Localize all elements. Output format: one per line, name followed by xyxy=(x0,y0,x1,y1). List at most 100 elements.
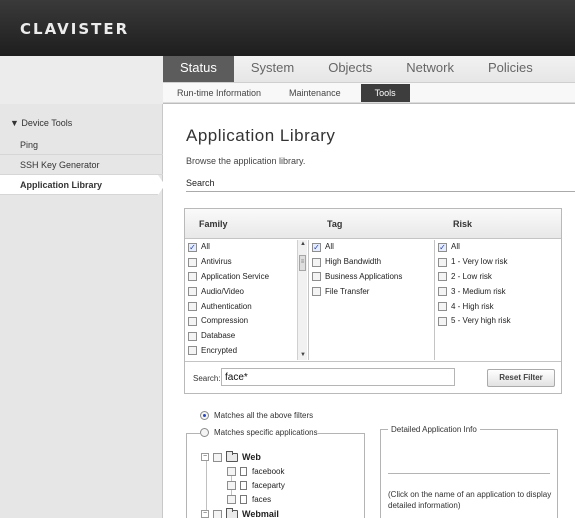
section-title-search: Search xyxy=(186,178,215,188)
subtab-runtime-information[interactable]: Run-time Information xyxy=(163,84,275,102)
detailed-info-legend: Detailed Application Info xyxy=(388,425,480,434)
sidebar-item-ping[interactable]: Ping xyxy=(0,135,163,155)
sub-tabs: Run-time Information Maintenance Tools xyxy=(163,82,575,102)
risk-list[interactable]: ✓ All 1 - Very low risk 2 - Low risk 3 - … xyxy=(438,240,558,360)
risk-option[interactable]: 1 - Very low risk xyxy=(438,255,558,270)
scroll-thumb[interactable]: ≡ xyxy=(299,255,306,271)
filter-header: Family Tag Risk xyxy=(185,209,561,239)
family-option[interactable]: Authentication xyxy=(188,299,296,314)
info-divider xyxy=(388,473,550,474)
collapse-icon[interactable]: − xyxy=(201,453,209,461)
risk-option[interactable]: 4 - High risk xyxy=(438,299,558,314)
tag-header: Tag xyxy=(327,219,343,229)
checkbox-icon[interactable] xyxy=(213,452,222,462)
checkbox-icon[interactable] xyxy=(227,481,236,490)
tab-network[interactable]: Network xyxy=(389,56,471,82)
tree-node-app[interactable]: faces xyxy=(227,495,271,504)
specific-applications-box: − Web facebook faceparty faces − Webmail xyxy=(186,433,365,518)
file-icon xyxy=(240,467,247,476)
search-input[interactable] xyxy=(221,368,455,386)
checkbox-icon[interactable]: ✓ xyxy=(312,242,321,252)
tree-node-web[interactable]: − Web xyxy=(201,450,261,462)
checkbox-icon[interactable] xyxy=(438,302,447,312)
family-option[interactable]: Compression xyxy=(188,314,296,329)
tab-policies[interactable]: Policies xyxy=(471,56,550,82)
folder-icon xyxy=(226,507,238,518)
scroll-down-icon[interactable]: ▼ xyxy=(298,351,308,360)
tag-option[interactable]: File Transfer xyxy=(312,284,434,299)
checkbox-icon[interactable] xyxy=(188,331,197,341)
checkbox-icon[interactable] xyxy=(213,509,222,518)
tree-node-webmail[interactable]: − Webmail xyxy=(201,507,279,518)
checkbox-icon[interactable] xyxy=(312,272,321,282)
tag-option[interactable]: ✓ All xyxy=(312,240,434,255)
risk-option[interactable]: ✓ All xyxy=(438,240,558,255)
family-option[interactable]: Application Service xyxy=(188,270,296,285)
section-divider xyxy=(186,191,575,192)
sidebar: ▼ Device Tools Ping SSH Key Generator Ap… xyxy=(0,104,165,518)
sidebar-group-device-tools[interactable]: ▼ Device Tools xyxy=(10,118,72,128)
tab-status[interactable]: Status xyxy=(163,56,234,82)
family-option[interactable]: Antivirus xyxy=(188,255,296,270)
risk-option[interactable]: 2 - Low risk xyxy=(438,270,558,285)
tag-list[interactable]: ✓ All High Bandwidth Business Application… xyxy=(312,240,434,360)
page-title: Application Library xyxy=(186,126,336,145)
tag-option[interactable]: Business Applications xyxy=(312,270,434,285)
checkbox-icon[interactable]: ✓ xyxy=(188,242,197,252)
risk-option[interactable]: 5 - Very high risk xyxy=(438,314,558,329)
tab-objects[interactable]: Objects xyxy=(311,56,389,82)
tag-option[interactable]: High Bandwidth xyxy=(312,255,434,270)
clavister-logo: CLAVISTER xyxy=(20,20,130,38)
family-option[interactable]: Audio/Video xyxy=(188,284,296,299)
checkbox-icon[interactable] xyxy=(312,257,321,267)
filter-footer: Search: Reset Filter xyxy=(185,361,561,393)
checkbox-icon[interactable] xyxy=(227,495,236,504)
checkbox-icon[interactable] xyxy=(188,302,197,312)
checkbox-icon[interactable] xyxy=(438,316,447,326)
family-list[interactable]: ✓ All Antivirus Application Service Audio… xyxy=(188,240,296,360)
risk-option[interactable]: 3 - Medium risk xyxy=(438,284,558,299)
checkbox-icon[interactable] xyxy=(188,287,197,297)
risk-header: Risk xyxy=(453,219,473,229)
checkbox-icon[interactable] xyxy=(438,287,447,297)
file-icon xyxy=(240,481,247,490)
collapse-icon[interactable]: − xyxy=(201,510,209,518)
tab-system[interactable]: System xyxy=(234,56,311,82)
radio-icon[interactable] xyxy=(200,428,209,437)
navigation-bar: Status System Objects Network Policies R… xyxy=(0,56,575,104)
navbar-left-spacer xyxy=(0,56,163,104)
sidebar-item-ssh-key-generator[interactable]: SSH Key Generator xyxy=(0,155,163,175)
main-content: Application Library Browse the applicati… xyxy=(164,104,575,518)
checkbox-icon[interactable] xyxy=(227,467,236,476)
checkbox-icon[interactable] xyxy=(188,346,197,356)
page-description: Browse the application library. xyxy=(186,156,306,166)
file-icon xyxy=(240,495,247,504)
checkbox-icon[interactable] xyxy=(312,287,321,297)
match-specific-option[interactable]: Matches specific applications xyxy=(200,428,318,437)
reset-filter-button[interactable]: Reset Filter xyxy=(487,369,555,387)
checkbox-icon[interactable] xyxy=(438,257,447,267)
column-divider xyxy=(434,240,435,360)
checkbox-icon[interactable]: ✓ xyxy=(438,242,447,252)
radio-selected-icon[interactable] xyxy=(200,411,209,420)
family-option[interactable]: Encrypted xyxy=(188,344,296,359)
tree-connector xyxy=(206,458,207,514)
top-bar: CLAVISTER xyxy=(0,0,575,56)
match-all-option[interactable]: Matches all the above filters xyxy=(200,411,314,420)
sidebar-item-application-library[interactable]: Application Library xyxy=(0,175,165,195)
subtab-maintenance[interactable]: Maintenance xyxy=(275,84,355,102)
tree-node-app[interactable]: facebook xyxy=(227,467,284,476)
family-option[interactable]: ✓ All xyxy=(188,240,296,255)
checkbox-icon[interactable] xyxy=(188,272,197,282)
checkbox-icon[interactable] xyxy=(438,272,447,282)
folder-icon xyxy=(226,450,238,462)
search-label: Search: xyxy=(193,374,221,383)
tree-node-app[interactable]: faceparty xyxy=(227,481,285,490)
scroll-up-icon[interactable]: ▲ xyxy=(298,240,308,249)
family-header: Family xyxy=(199,219,228,229)
checkbox-icon[interactable] xyxy=(188,316,197,326)
family-option[interactable]: Database xyxy=(188,329,296,344)
subtab-tools[interactable]: Tools xyxy=(360,83,410,102)
checkbox-icon[interactable] xyxy=(188,257,197,267)
family-scrollbar[interactable]: ▲ ≡ ▼ xyxy=(297,240,307,360)
